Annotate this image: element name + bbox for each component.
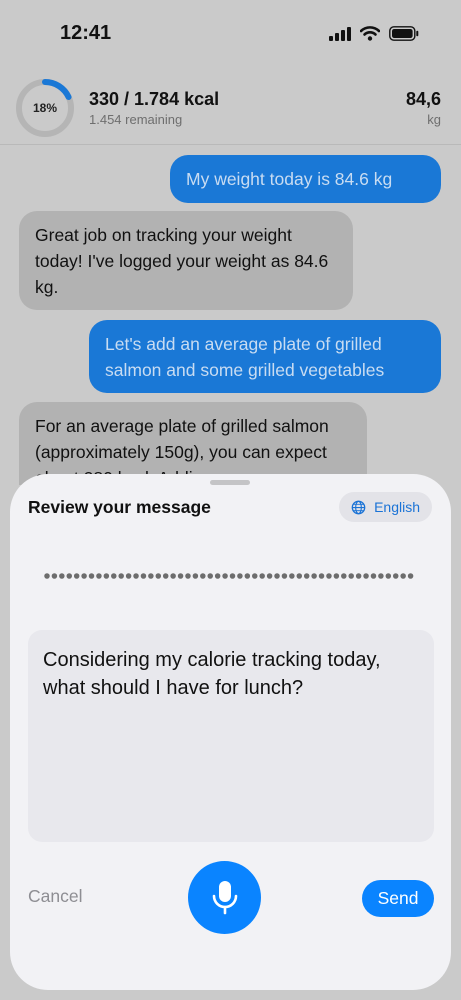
cellular-signal-icon [329,26,351,41]
cancel-button[interactable]: Cancel [28,886,82,907]
language-selector[interactable]: English [339,492,432,522]
assistant-message-bubble: For an average plate of grilled salmon (… [19,402,367,485]
calorie-header[interactable]: 18% 330 / 1.784 kcal 1.454 remaining 84,… [0,72,461,145]
calorie-summary: 330 / 1.784 kcal [89,89,220,109]
send-button[interactable]: Send [362,880,434,917]
status-bar: 12:41 [0,0,461,70]
microphone-button[interactable] [188,861,261,934]
audio-waveform [44,573,420,579]
microphone-icon [212,880,237,914]
progress-percent-label: 18% [32,101,58,115]
assistant-message-bubble: Great job on tracking your weight today!… [19,211,353,310]
sheet-title: Review your message [28,497,211,517]
user-message-bubble: My weight today is 84.6 kg [170,155,441,203]
language-label: English [374,499,420,515]
wifi-icon [360,26,380,41]
message-text: Considering my calorie tracking today, w… [43,649,381,699]
user-message-bubble: Let's add an average plate of grilled sa… [89,320,441,393]
weight-unit: kg [427,112,441,127]
message-text-area[interactable]: Considering my calorie tracking today, w… [28,630,434,842]
globe-icon [351,500,366,514]
review-message-sheet: Review your message English Considering … [10,474,451,990]
sheet-grabber[interactable] [210,480,250,485]
battery-icon [389,26,419,41]
status-icons [329,26,419,41]
weight-value: 84,6 [405,89,441,109]
status-time: 12:41 [60,22,112,44]
calories-remaining: 1.454 remaining [89,112,183,127]
chat-thread[interactable]: My weight today is 84.6 kg Great job on … [0,145,461,485]
